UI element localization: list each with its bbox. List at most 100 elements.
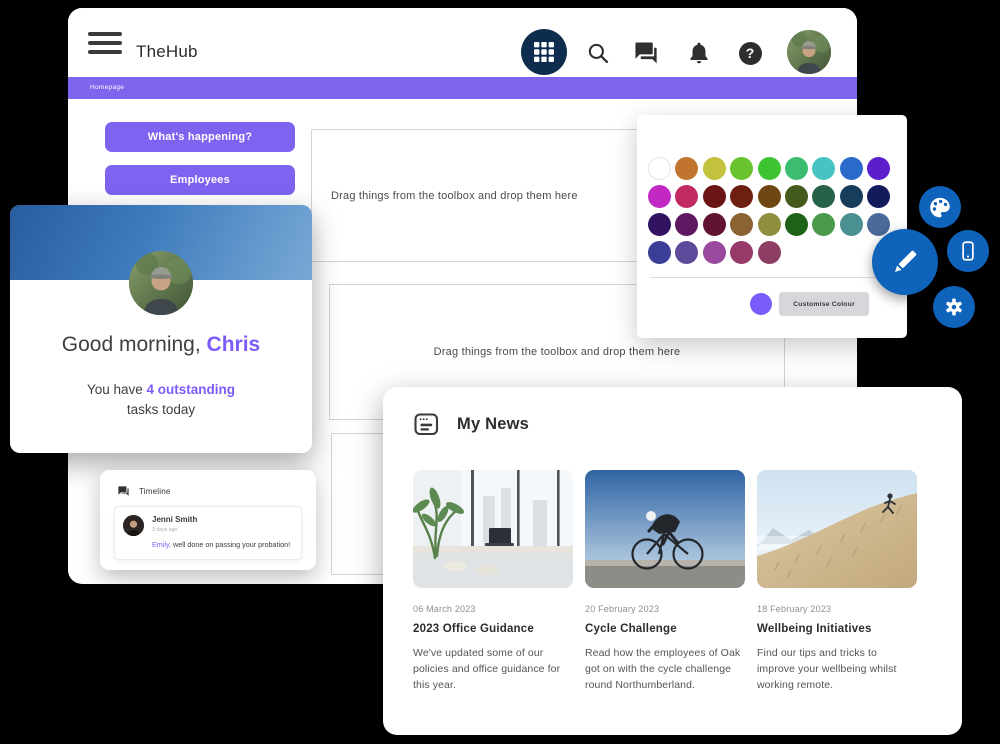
dropzone-hint: Drag things from the toolbox and drop th… bbox=[434, 346, 681, 358]
post-author-avatar bbox=[123, 515, 144, 536]
article-title: Cycle Challenge bbox=[585, 623, 745, 635]
timeline-card: Timeline Jenni Smith 3 days ago Emily, w… bbox=[100, 470, 316, 570]
news-article[interactable]: 06 March 2023 2023 Office Guidance We've… bbox=[413, 470, 573, 693]
dropzone-hint: Drag things from the toolbox and drop th… bbox=[331, 190, 578, 202]
palette-button[interactable] bbox=[919, 186, 961, 228]
colour-swatch[interactable] bbox=[840, 157, 863, 180]
article-body: We've updated some of our policies and o… bbox=[413, 646, 573, 693]
hamburger-bar bbox=[88, 41, 122, 45]
colour-swatch[interactable] bbox=[730, 157, 753, 180]
article-title: 2023 Office Guidance bbox=[413, 623, 573, 635]
news-article[interactable]: 18 February 2023 Wellbeing Initiatives F… bbox=[757, 470, 917, 693]
colour-swatch[interactable] bbox=[675, 157, 698, 180]
notifications-button[interactable] bbox=[685, 39, 713, 67]
toolbox-button-whats-happening[interactable]: What's happening? bbox=[105, 122, 295, 152]
colour-swatch[interactable] bbox=[703, 157, 726, 180]
colour-swatch[interactable] bbox=[648, 185, 671, 208]
colour-swatch[interactable] bbox=[840, 213, 863, 236]
colour-swatch[interactable] bbox=[812, 157, 835, 180]
tasks-prefix: You have bbox=[87, 382, 147, 397]
post-mention[interactable]: Emily, bbox=[152, 540, 171, 549]
greeting-title: Good morning, Chris bbox=[10, 333, 312, 357]
timeline-chat-icon bbox=[117, 485, 130, 498]
colour-swatch[interactable] bbox=[812, 213, 835, 236]
article-title: Wellbeing Initiatives bbox=[757, 623, 917, 635]
colour-swatch[interactable] bbox=[758, 213, 781, 236]
apps-grid-button[interactable] bbox=[521, 29, 567, 75]
colour-swatch[interactable] bbox=[675, 213, 698, 236]
colour-swatch[interactable] bbox=[648, 241, 671, 264]
gear-icon bbox=[941, 294, 967, 320]
colour-swatch[interactable] bbox=[867, 157, 890, 180]
colour-swatch[interactable] bbox=[867, 213, 890, 236]
greeting-name: Chris bbox=[207, 333, 261, 356]
customise-colour-button[interactable]: Customise Colour bbox=[779, 292, 869, 316]
colour-swatch[interactable] bbox=[675, 185, 698, 208]
panel-divider bbox=[650, 277, 893, 278]
post-message-text: well done on passing your probation! bbox=[171, 540, 290, 549]
pencil-icon bbox=[888, 245, 922, 279]
greeting-prefix: Good morning, bbox=[62, 333, 207, 356]
tasks-suffix: tasks today bbox=[127, 402, 195, 417]
colour-swatch[interactable] bbox=[758, 241, 781, 264]
article-image-runner bbox=[757, 470, 917, 588]
article-body: Read how the employees of Oak got on wit… bbox=[585, 646, 745, 693]
colour-swatch[interactable] bbox=[703, 213, 726, 236]
chat-button[interactable] bbox=[632, 39, 660, 67]
colour-swatch[interactable] bbox=[730, 241, 753, 264]
selected-colour-swatch[interactable] bbox=[750, 293, 772, 315]
hamburger-menu-icon[interactable] bbox=[88, 32, 122, 54]
news-header: My News bbox=[413, 411, 529, 438]
post-message: Emily, well done on passing your probati… bbox=[152, 540, 297, 549]
edit-pencil-button[interactable] bbox=[872, 229, 938, 295]
my-news-card: My News bbox=[383, 387, 962, 735]
greeting-card: Good morning, Chris You have 4 outstandi… bbox=[10, 205, 312, 453]
app-header: TheHub bbox=[68, 8, 857, 77]
colour-swatch[interactable] bbox=[703, 241, 726, 264]
author-portrait bbox=[123, 515, 144, 536]
colour-picker-panel: Customise Colour bbox=[637, 115, 907, 338]
colour-swatch[interactable] bbox=[730, 185, 753, 208]
colour-swatch[interactable] bbox=[675, 241, 698, 264]
breadcrumb[interactable]: Homepage bbox=[90, 84, 124, 91]
timeline-header: Timeline bbox=[117, 485, 171, 498]
article-body: Find our tips and tricks to improve your… bbox=[757, 646, 917, 693]
colour-swatch[interactable] bbox=[758, 157, 781, 180]
user-avatar[interactable] bbox=[787, 30, 831, 74]
timeline-post[interactable]: Jenni Smith 3 days ago Emily, well done … bbox=[114, 506, 302, 560]
user-portrait bbox=[787, 30, 831, 74]
app-title: TheHub bbox=[136, 42, 198, 62]
article-image-cyclist bbox=[585, 470, 745, 588]
colour-swatch[interactable] bbox=[648, 157, 671, 180]
article-date: 20 February 2023 bbox=[585, 604, 745, 614]
palette-icon bbox=[927, 194, 953, 220]
article-date: 18 February 2023 bbox=[757, 604, 917, 614]
desktop-composition: TheHub bbox=[0, 0, 1000, 744]
colour-swatch[interactable] bbox=[867, 185, 890, 208]
search-button[interactable] bbox=[584, 39, 612, 67]
bell-icon bbox=[686, 40, 712, 66]
user-portrait bbox=[129, 251, 193, 315]
timeline-title: Timeline bbox=[139, 487, 171, 496]
colour-swatch[interactable] bbox=[730, 213, 753, 236]
article-image-office bbox=[413, 470, 573, 588]
colour-swatch[interactable] bbox=[785, 213, 808, 236]
colour-swatch[interactable] bbox=[703, 185, 726, 208]
colour-swatch[interactable] bbox=[840, 185, 863, 208]
help-button[interactable]: ? bbox=[736, 39, 764, 67]
phone-icon bbox=[955, 238, 981, 264]
colour-swatch[interactable] bbox=[758, 185, 781, 208]
help-icon: ? bbox=[739, 42, 762, 65]
hamburger-bar bbox=[88, 50, 122, 54]
colour-swatch[interactable] bbox=[785, 185, 808, 208]
mobile-preview-button[interactable] bbox=[947, 230, 989, 272]
swatch-grid bbox=[648, 157, 890, 264]
news-article[interactable]: 20 February 2023 Cycle Challenge Read ho… bbox=[585, 470, 745, 693]
greeting-avatar bbox=[129, 251, 193, 315]
toolbox-button-employees[interactable]: Employees bbox=[105, 165, 295, 195]
colour-swatch[interactable] bbox=[785, 157, 808, 180]
settings-button[interactable] bbox=[933, 286, 975, 328]
hamburger-bar bbox=[88, 32, 122, 36]
colour-swatch[interactable] bbox=[648, 213, 671, 236]
colour-swatch[interactable] bbox=[812, 185, 835, 208]
